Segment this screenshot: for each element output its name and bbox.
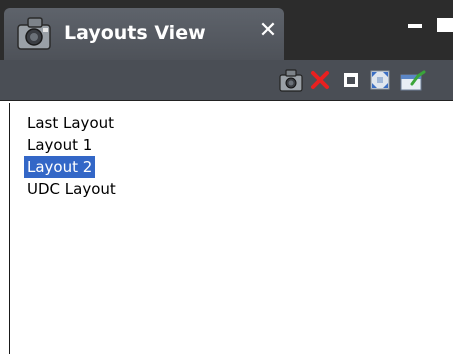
layouts-list: Last Layout Layout 1 Layout 2 UDC Layout bbox=[9, 103, 453, 354]
tab-title: Layouts View bbox=[64, 22, 206, 44]
minimize-button[interactable] bbox=[408, 24, 422, 28]
maximize-button[interactable] bbox=[437, 18, 453, 32]
camera-icon bbox=[17, 17, 51, 50]
window-icon[interactable] bbox=[337, 66, 365, 94]
list-item-layout-2[interactable]: Layout 2 bbox=[24, 156, 96, 178]
list-item-last-layout[interactable]: Last Layout bbox=[24, 112, 117, 134]
camera-icon[interactable] bbox=[277, 66, 305, 94]
tab-layouts-view[interactable]: Layouts View ✕ bbox=[4, 8, 284, 60]
delete-x-icon[interactable] bbox=[306, 66, 334, 94]
list-item-layout-1[interactable]: Layout 1 bbox=[24, 134, 95, 156]
fit-view-icon[interactable] bbox=[366, 66, 394, 94]
save-layout-icon[interactable] bbox=[398, 66, 426, 94]
list-item-udc-layout[interactable]: UDC Layout bbox=[24, 178, 119, 200]
layouts-toolbar bbox=[0, 60, 453, 101]
view-tab-bar: Layouts View ✕ bbox=[0, 0, 453, 60]
close-tab-button[interactable]: ✕ bbox=[256, 18, 280, 44]
